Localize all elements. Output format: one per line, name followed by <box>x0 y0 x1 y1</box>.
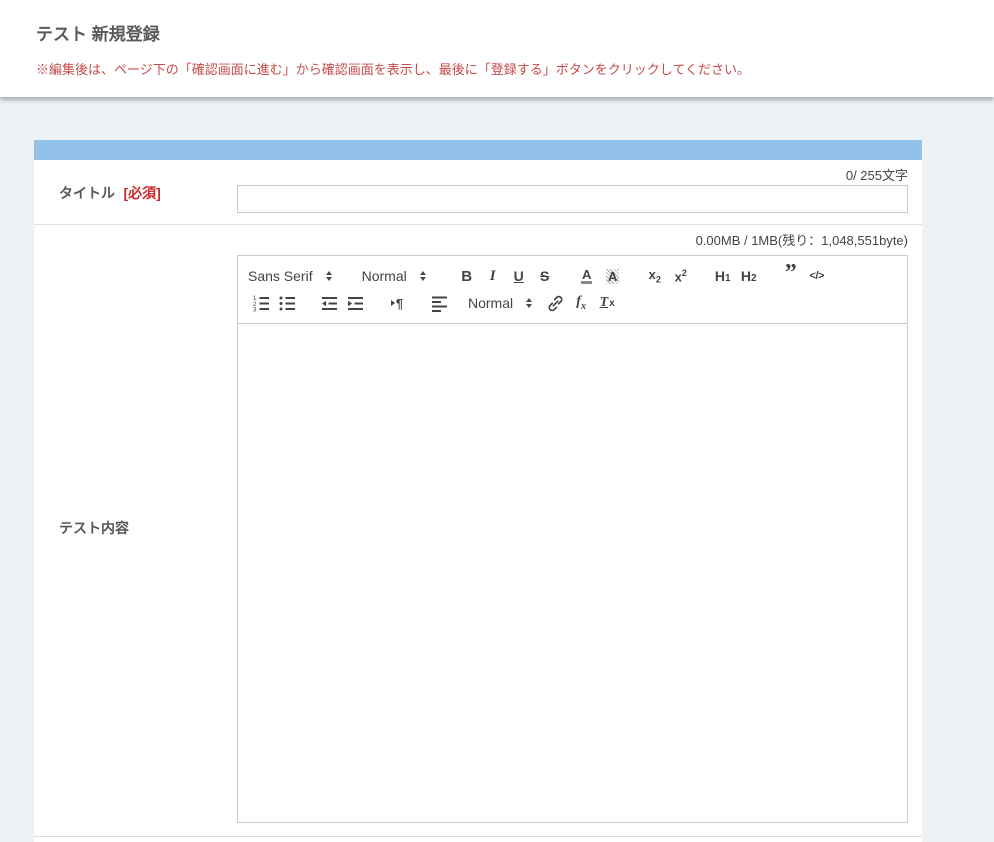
title-input[interactable] <box>237 185 908 213</box>
outdent-button[interactable] <box>316 291 342 315</box>
instruction-note: ※編集後は、ページ下の「確認画面に進む」から確認画面を表示し、最後に「登録する」… <box>36 59 994 78</box>
subscript-icon: x2 <box>649 268 661 285</box>
picker-arrows-icon <box>420 271 426 281</box>
blockquote-icon: ” <box>785 269 797 283</box>
link-icon <box>546 294 565 313</box>
align-group <box>426 291 452 315</box>
registration-form-panel: タイトル [必須] 0/ 255文字 テスト内容 0.00MB / 1MB(残り… <box>34 140 922 842</box>
editor-content[interactable] <box>238 324 907 822</box>
content-label: テスト内容 <box>59 518 129 538</box>
code-block-icon: </> <box>810 270 824 282</box>
text-color-icon: A <box>581 268 592 284</box>
formula-button[interactable]: fx <box>568 291 594 315</box>
header1-button[interactable]: H1 <box>710 264 736 288</box>
toolbar-row-2: 123 <box>248 291 897 315</box>
title-field-cell: 0/ 255文字 <box>237 168 922 213</box>
clean-format-icon: Tx <box>600 295 615 311</box>
clean-format-button[interactable]: Tx <box>594 291 620 315</box>
form-body: タイトル [必須] 0/ 255文字 テスト内容 0.00MB / 1MB(残り… <box>34 160 922 842</box>
list-group: 123 <box>248 291 300 315</box>
accent-bar <box>34 140 922 160</box>
link-button[interactable] <box>542 291 568 315</box>
title-row: タイトル [必須] 0/ 255文字 <box>34 160 922 225</box>
insert-group: fx Tx <box>542 291 620 315</box>
superscript-button[interactable]: x2 <box>668 264 694 288</box>
header1-icon: H1 <box>715 268 731 284</box>
blockquote-button[interactable]: ” <box>778 264 804 288</box>
header2-button[interactable]: H2 <box>736 264 762 288</box>
ordered-list-icon: 123 <box>252 294 271 313</box>
strikethrough-button[interactable]: S <box>532 264 558 288</box>
inline-format-group: B I U S <box>454 264 558 288</box>
background-color-button[interactable]: A <box>600 264 626 288</box>
font-picker[interactable]: Sans Serif <box>248 264 332 288</box>
text-direction-icon: ¶ <box>391 296 403 311</box>
block-group: ” </> <box>778 264 830 288</box>
header-picker-label: Normal <box>362 268 407 284</box>
required-badge: [必須] <box>123 185 160 201</box>
svg-text:3: 3 <box>253 307 257 313</box>
title-label: タイトル <box>59 185 115 201</box>
toolbar-row-1: Sans Serif Normal B I U S <box>248 264 897 288</box>
size-picker-label: Normal <box>468 295 513 311</box>
editor-toolbar: Sans Serif Normal B I U S <box>238 256 907 324</box>
italic-icon: I <box>490 268 496 285</box>
char-counter: 0/ 255文字 <box>237 168 908 183</box>
strikethrough-icon: S <box>540 268 549 284</box>
color-group: A A <box>574 264 626 288</box>
bullet-list-button[interactable] <box>274 291 300 315</box>
content-label-cell: テスト内容 <box>34 233 237 823</box>
header2-icon: H2 <box>741 268 757 284</box>
subscript-button[interactable]: x2 <box>642 264 668 288</box>
outdent-icon <box>320 294 339 313</box>
heading-group: H1 H2 <box>710 264 762 288</box>
bullet-list-icon <box>278 294 297 313</box>
size-counter: 0.00MB / 1MB(残り：1,048,551byte) <box>237 233 908 248</box>
align-left-icon <box>430 294 449 313</box>
indent-button[interactable] <box>342 291 368 315</box>
indent-icon <box>346 294 365 313</box>
underline-icon: U <box>514 268 524 284</box>
superscript-icon: x2 <box>675 269 687 283</box>
formula-icon: fx <box>576 294 586 312</box>
row-divider <box>34 836 922 842</box>
bold-button[interactable]: B <box>454 264 480 288</box>
header-picker[interactable]: Normal <box>362 264 426 288</box>
indent-group <box>316 291 368 315</box>
align-button[interactable] <box>426 291 452 315</box>
background-color-icon: A <box>606 269 619 284</box>
text-color-button[interactable]: A <box>574 264 600 288</box>
italic-button[interactable]: I <box>480 264 506 288</box>
text-direction-button[interactable]: ¶ <box>384 291 410 315</box>
title-label-cell: タイトル [必須] <box>34 168 237 213</box>
content-field-cell: 0.00MB / 1MB(残り：1,048,551byte) Sans Seri… <box>237 233 922 823</box>
code-block-button[interactable]: </> <box>804 264 830 288</box>
direction-group: ¶ <box>384 291 410 315</box>
ordered-list-button[interactable]: 123 <box>248 291 274 315</box>
picker-arrows-icon <box>526 298 532 308</box>
underline-button[interactable]: U <box>506 264 532 288</box>
picker-arrows-icon <box>326 271 332 281</box>
content-row: テスト内容 0.00MB / 1MB(残り：1,048,551byte) San… <box>34 225 922 836</box>
bold-icon: B <box>461 268 472 285</box>
script-group: x2 x2 <box>642 264 694 288</box>
size-picker[interactable]: Normal <box>468 291 532 315</box>
page-title: テスト 新規登録 <box>0 0 994 45</box>
font-picker-label: Sans Serif <box>248 268 313 284</box>
page-header: テスト 新規登録 ※編集後は、ページ下の「確認画面に進む」から確認画面を表示し、… <box>0 0 994 97</box>
rich-text-editor: Sans Serif Normal B I U S <box>237 255 908 823</box>
